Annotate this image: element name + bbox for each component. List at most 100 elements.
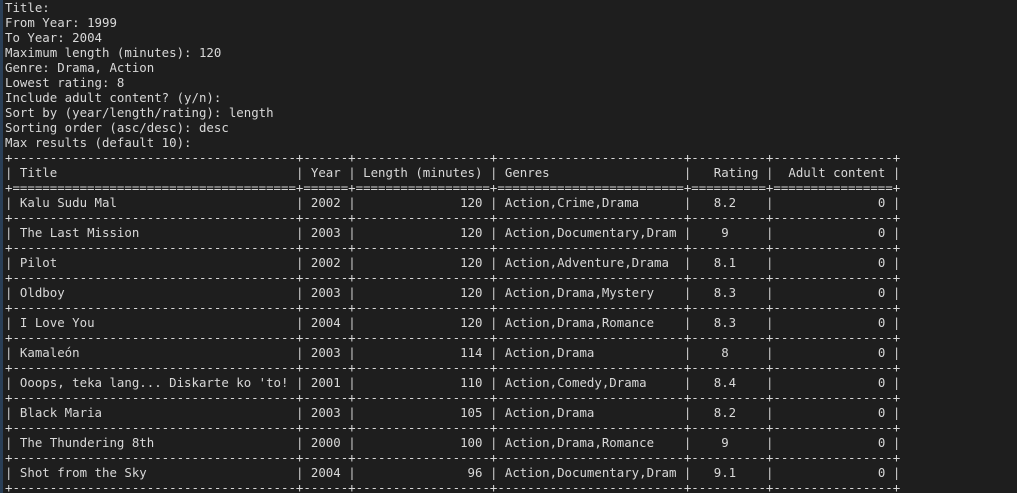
- table-cell: 0: [773, 195, 893, 210]
- table-border: +--------------------------------------+…: [5, 450, 901, 465]
- table-border: +--------------------------------------+…: [5, 480, 901, 493]
- table-cell: 105: [355, 405, 490, 420]
- prompt-line: Lowest rating: 8: [5, 75, 1017, 90]
- prompt-line: Title:: [5, 0, 1017, 15]
- table-cell: 8.2: [691, 405, 766, 420]
- prompt-label: Genre:: [5, 60, 50, 75]
- table-header-row: | Title | Year | Length (minutes) | Genr…: [5, 165, 901, 180]
- prompt-line: Sorting order (asc/desc): desc: [5, 120, 1017, 135]
- results-table: +--------------------------------------+…: [3, 150, 1017, 493]
- table-cell: Pilot: [12, 255, 296, 270]
- table-cell: 0: [773, 285, 893, 300]
- table-cell: Action,Crime,Drama: [497, 195, 684, 210]
- table-row: | The Thundering 8th | 2000 | 100 | Acti…: [5, 435, 901, 450]
- table-cell: 2003: [303, 225, 349, 240]
- prompt-label: Max results (default 10):: [5, 135, 192, 150]
- table-cell: 114: [355, 345, 490, 360]
- table-cell: Kamaleón: [12, 345, 296, 360]
- table-cell: 9: [691, 225, 766, 240]
- prompt-value: 2004: [72, 30, 102, 45]
- table-cell: Action,Drama,Romance: [497, 315, 684, 330]
- prompt-label: From Year:: [5, 15, 80, 30]
- table-cell: 0: [773, 225, 893, 240]
- table-cell: 2004: [303, 315, 349, 330]
- table-cell: 2003: [303, 405, 349, 420]
- table-cell: 2004: [303, 465, 349, 480]
- table-cell: Black Maria: [12, 405, 296, 420]
- prompt-value: 120: [198, 45, 222, 60]
- table-row: | Kalu Sudu Mal | 2002 | 120 | Action,Cr…: [5, 195, 901, 210]
- table-border: +--------------------------------------+…: [5, 270, 901, 285]
- prompt-line: To Year: 2004: [5, 30, 1017, 45]
- table-cell: Ooops, teka lang... Diskarte ko 'to!: [12, 375, 296, 390]
- table-cell: 0: [773, 375, 893, 390]
- table-cell: Action,Documentary,Dram: [497, 225, 684, 240]
- prompt-lines: Title: From Year: 1999 To Year: 2004 Max…: [3, 0, 1017, 150]
- table-cell: Action,Drama: [497, 345, 684, 360]
- table-cell: 2000: [303, 435, 349, 450]
- table-cell: 2003: [303, 285, 349, 300]
- table-cell: 2002: [303, 255, 349, 270]
- prompt-line: Genre: Drama, Action: [5, 60, 1017, 75]
- table-cell: 120: [355, 195, 490, 210]
- table-cell: Action,Drama,Romance: [497, 435, 684, 450]
- table-row: | Shot from the Sky | 2004 | 96 | Action…: [5, 465, 901, 480]
- table-cell: The Thundering 8th: [12, 435, 296, 450]
- table-cell: Shot from the Sky: [12, 465, 296, 480]
- table-cell: Action,Documentary,Dram: [497, 465, 684, 480]
- table-cell: 120: [355, 285, 490, 300]
- prompt-value: 8: [116, 75, 125, 90]
- table-row: | Oldboy | 2003 | 120 | Action,Drama,Mys…: [5, 285, 901, 300]
- table-row: | Kamaleón | 2003 | 114 | Action,Drama |…: [5, 345, 901, 360]
- table-border: +--------------------------------------+…: [5, 300, 901, 315]
- prompt-line: Sort by (year/length/rating): length: [5, 105, 1017, 120]
- prompt-value: 1999: [87, 15, 117, 30]
- table-border: +--------------------------------------+…: [5, 240, 901, 255]
- table-cell: Action,Drama,Mystery: [497, 285, 684, 300]
- table-border: +--------------------------------------+…: [5, 150, 901, 165]
- table-row: | Pilot | 2002 | 120 | Action,Adventure,…: [5, 255, 901, 270]
- table-border: +--------------------------------------+…: [5, 330, 901, 345]
- table-cell: I Love You: [12, 315, 296, 330]
- prompt-label: Lowest rating:: [5, 75, 110, 90]
- table-cell: Action,Comedy,Drama: [497, 375, 684, 390]
- table-header-cell: Genres: [497, 165, 684, 180]
- table-row: | The Last Mission | 2003 | 120 | Action…: [5, 225, 901, 240]
- table-header-border: +======================================+…: [5, 180, 901, 195]
- table-cell: 120: [355, 255, 490, 270]
- table-cell: 0: [773, 315, 893, 330]
- table-cell: 8.1: [691, 255, 766, 270]
- table-border: +--------------------------------------+…: [5, 210, 901, 225]
- table-cell: 0: [773, 255, 893, 270]
- table-border: +--------------------------------------+…: [5, 390, 901, 405]
- table-cell: 2003: [303, 345, 349, 360]
- table-cell: 120: [355, 225, 490, 240]
- table-cell: Action,Drama: [497, 405, 684, 420]
- prompt-line: Maximum length (minutes): 120: [5, 45, 1017, 60]
- table-header-cell: Length (minutes): [355, 165, 490, 180]
- prompt-value: length: [228, 105, 274, 120]
- prompt-line: Max results (default 10):: [5, 135, 1017, 150]
- prompt-value: desc: [198, 120, 229, 135]
- table-cell: 0: [773, 405, 893, 420]
- prompt-label: Sort by (year/length/rating):: [5, 105, 222, 120]
- prompt-label: Sorting order (asc/desc):: [5, 120, 192, 135]
- table-cell: 0: [773, 465, 893, 480]
- prompt-label: Maximum length (minutes):: [5, 45, 192, 60]
- table-cell: Action,Adventure,Drama: [497, 255, 684, 270]
- table-header-cell: Adult content: [773, 165, 893, 180]
- table-cell: The Last Mission: [12, 225, 296, 240]
- table-cell: Kalu Sudu Mal: [12, 195, 296, 210]
- table-cell: 8.3: [691, 285, 766, 300]
- table-header-cell: Year: [303, 165, 349, 180]
- prompt-value: Drama, Action: [57, 60, 155, 75]
- table-cell: 8.4: [691, 375, 766, 390]
- table-cell: 8.3: [691, 315, 766, 330]
- terminal-window[interactable]: Title: From Year: 1999 To Year: 2004 Max…: [0, 0, 1017, 493]
- prompt-line: From Year: 1999: [5, 15, 1017, 30]
- prompt-line: Include adult content? (y/n):: [5, 90, 1017, 105]
- table-cell: Oldboy: [12, 285, 296, 300]
- table-cell: 8: [691, 345, 766, 360]
- table-cell: 9.1: [691, 465, 766, 480]
- table-cell: 0: [773, 435, 893, 450]
